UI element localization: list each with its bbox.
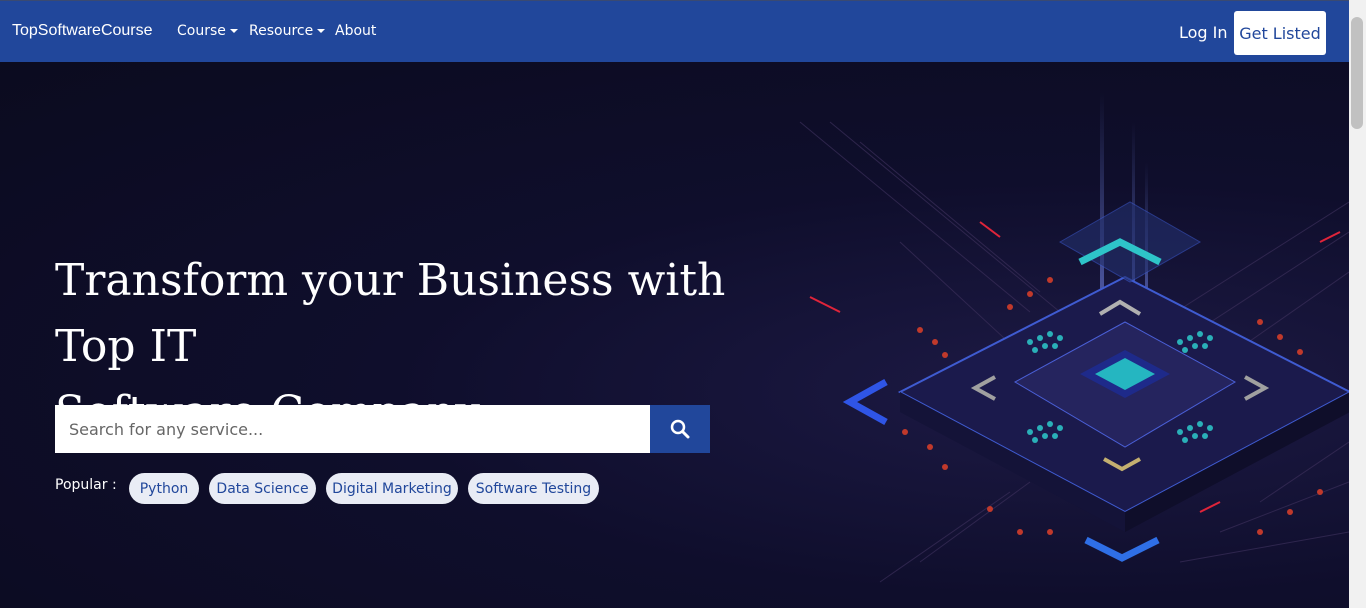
search-button[interactable] [650,405,710,453]
get-listed-button[interactable]: Get Listed [1234,11,1326,55]
nav-resource-dropdown[interactable]: Resource [249,23,326,39]
popular-label: Popular : [55,477,117,493]
nav-resource-label: Resource [249,23,314,39]
nav-about-link[interactable]: About [335,23,376,39]
top-navbar: TopSoftwareCourse Course Resource About … [0,0,1349,62]
login-link[interactable]: Log In [1179,23,1228,42]
popular-tag-software-testing[interactable]: Software Testing [468,473,599,504]
service-search-input[interactable] [55,405,650,453]
nav-about-label: About [335,23,377,39]
caret-down-icon [317,29,326,33]
hero-section: Transform your Business with Top IT Soft… [0,62,1349,608]
nav-course-label: Course [177,23,226,39]
popular-tag-python[interactable]: Python [129,473,199,504]
popular-tag-digital-marketing[interactable]: Digital Marketing [326,473,458,504]
popular-tag-data-science[interactable]: Data Science [209,473,316,504]
nav-course-dropdown[interactable]: Course [177,23,238,39]
search-icon [670,419,690,439]
headline-line-1: Transform your Business with Top IT [55,255,726,372]
caret-down-icon [229,29,238,33]
scrollbar-thumb[interactable] [1351,17,1363,129]
page-scrollbar[interactable] [1349,0,1366,608]
brand-logo[interactable]: TopSoftwareCourse [12,22,153,40]
